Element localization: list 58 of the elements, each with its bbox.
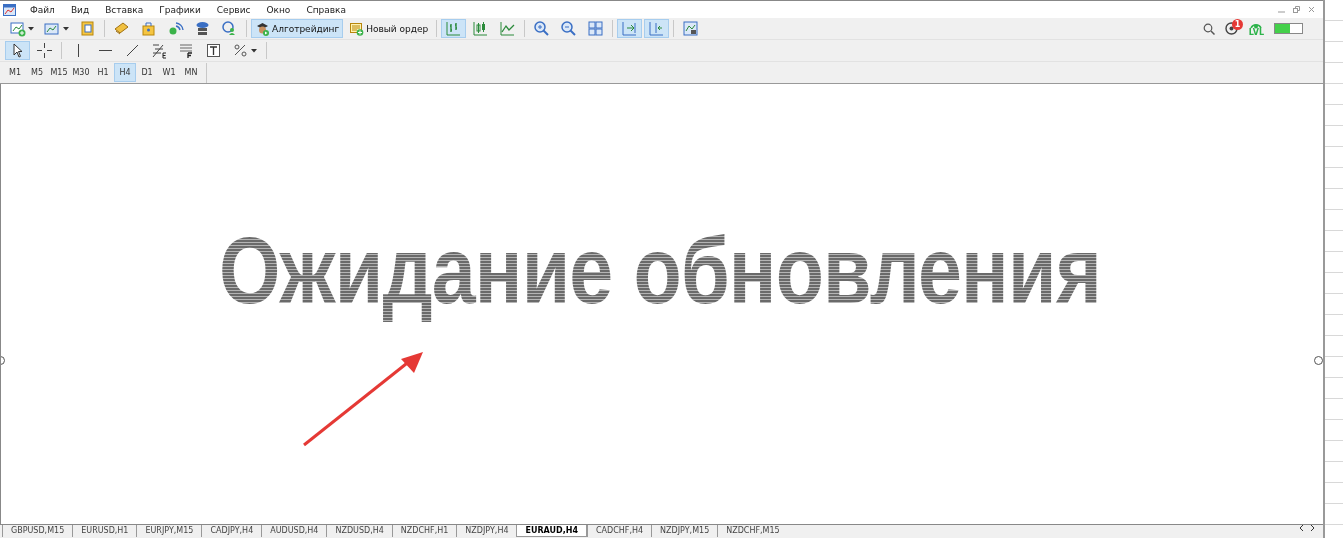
zoom-in-icon — [533, 20, 551, 37]
timeframe-button[interactable]: W1 — [158, 63, 180, 82]
menu-item[interactable]: Окно — [258, 4, 299, 15]
person-search-icon — [221, 20, 238, 37]
timeframe-button[interactable]: H4 — [114, 63, 136, 82]
tile-windows-icon — [587, 20, 605, 37]
signal-waves-icon — [167, 20, 184, 37]
timeframe-button[interactable]: M15 — [48, 63, 70, 82]
scroll-right-icon — [1310, 525, 1315, 531]
toolbar-button[interactable]: Новый ордер — [345, 19, 433, 38]
restore-icon[interactable] — [1293, 6, 1300, 13]
fibonacci-levels-icon — [178, 42, 195, 59]
timeframe-button[interactable]: M1 — [4, 63, 26, 82]
timeframe-button[interactable]: M30 — [70, 63, 92, 82]
timeframe-button[interactable]: MN — [180, 63, 202, 82]
horizontal-line-icon — [99, 49, 112, 52]
fibonacci-icon — [151, 42, 168, 59]
menu-item[interactable]: Справка — [298, 4, 355, 15]
market-watch-icon — [79, 20, 96, 37]
search-icon[interactable] — [1202, 22, 1215, 35]
autoscroll-icon — [621, 20, 639, 37]
line-chart-icon — [499, 20, 517, 37]
timeframe-button[interactable]: D1 — [136, 63, 158, 82]
crosshair-icon — [36, 42, 53, 59]
autoscroll-button[interactable] — [617, 19, 643, 38]
graduate-icon — [255, 21, 270, 36]
notification-badge: 1 — [1231, 19, 1244, 30]
resize-handle[interactable] — [1314, 356, 1323, 365]
shapes-icon — [232, 42, 249, 59]
text-label-icon — [205, 42, 222, 59]
candlestick-icon — [472, 20, 490, 37]
shopping-bag-icon — [140, 20, 157, 37]
new-chart-icon — [9, 20, 26, 37]
chart-shift-icon — [648, 20, 666, 37]
menu-item[interactable]: Вставка — [97, 4, 152, 15]
menu-item[interactable]: Сервис — [208, 4, 259, 15]
profiles-icon — [44, 20, 61, 37]
vertical-line-icon — [77, 44, 80, 57]
chart-tab[interactable]: EURAUD,H4 — [516, 525, 587, 537]
chart-shift-button[interactable] — [644, 19, 670, 38]
chart-template-icon — [682, 20, 700, 37]
menu-item[interactable]: Графики — [151, 4, 209, 15]
bar-chart-button[interactable] — [441, 19, 467, 38]
app-logo-icon — [3, 3, 16, 16]
close-icon[interactable] — [1308, 6, 1315, 13]
scroll-left-icon — [1299, 525, 1304, 531]
timeframe-button[interactable]: M5 — [26, 63, 48, 82]
menu-item[interactable]: Вид — [62, 4, 98, 15]
order-document-icon — [349, 21, 365, 36]
bar-chart-icon — [445, 20, 463, 37]
cloud-server-icon — [194, 20, 211, 37]
cursor-button[interactable] — [5, 41, 30, 60]
trendline-icon — [124, 42, 141, 59]
zoom-out-icon — [560, 20, 578, 37]
menu-item[interactable]: Файл — [22, 4, 63, 15]
toolbar-button[interactable]: Алготрейдинг — [251, 19, 344, 38]
signal-label: LVL — [1248, 29, 1264, 37]
timeframe-button[interactable]: H1 — [92, 63, 114, 82]
